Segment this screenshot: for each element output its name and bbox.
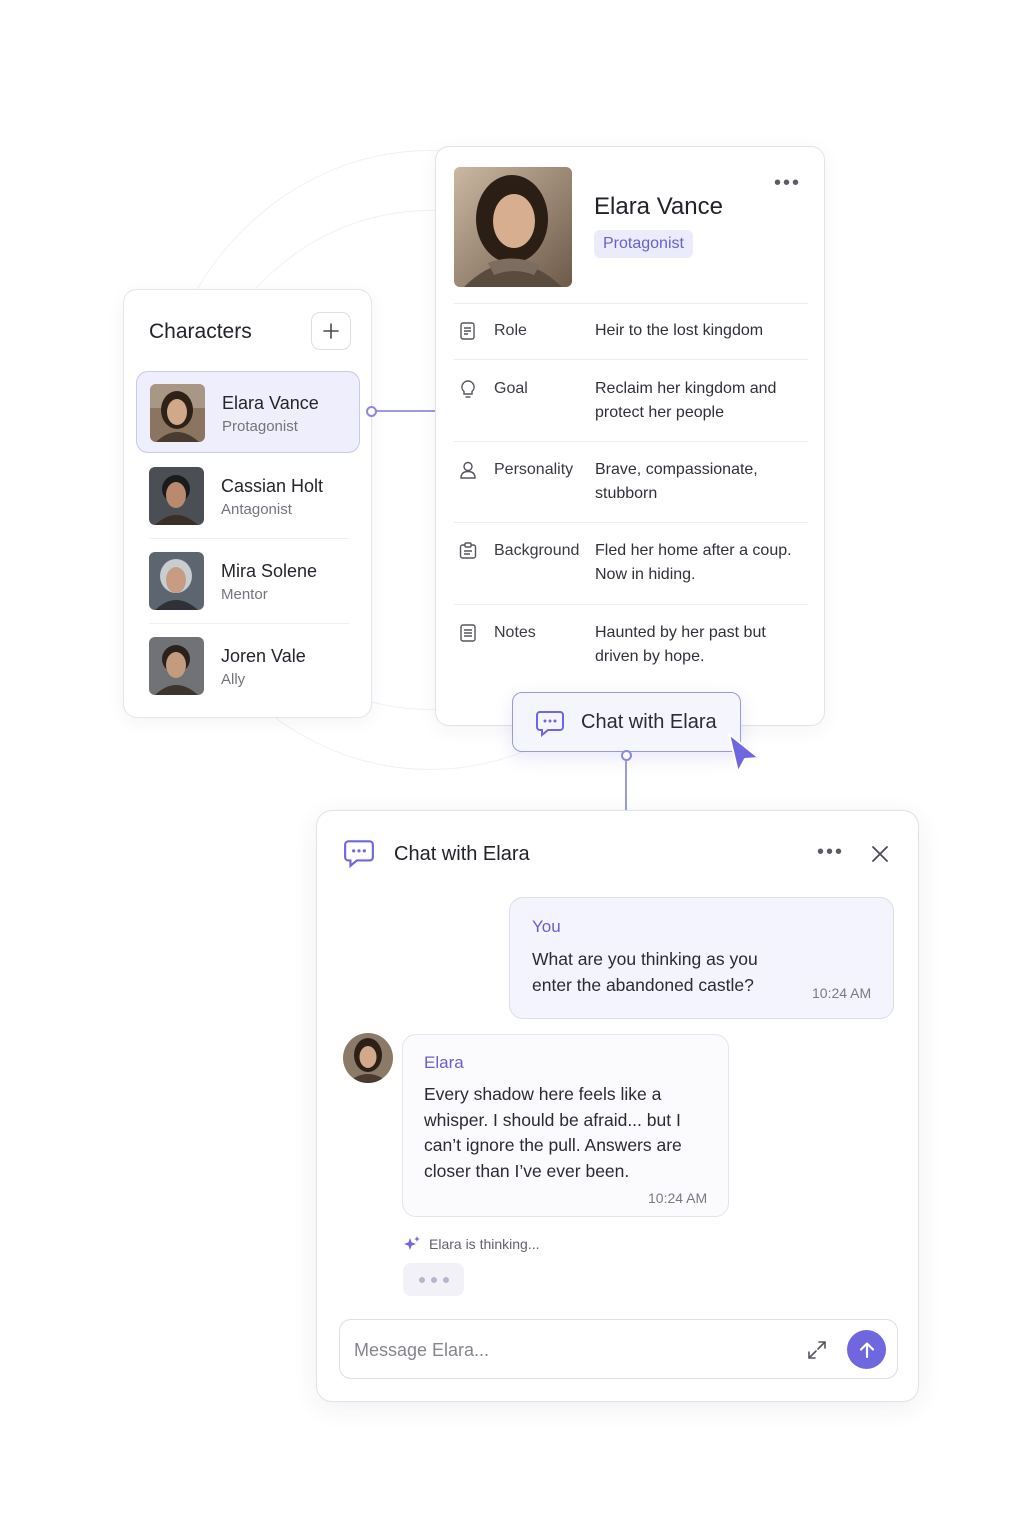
character-name: Joren Vale	[221, 646, 306, 666]
send-button[interactable]	[847, 1330, 886, 1369]
message-sender: You	[532, 917, 561, 936]
field-label-role: Role	[494, 322, 527, 339]
field-value-notes: Haunted by her past but driven by hope.	[595, 624, 766, 665]
character-item-joren-vale[interactable]: Joren Vale Ally	[136, 625, 360, 707]
more-horizontal-icon[interactable]: •••	[774, 173, 801, 193]
avatar	[149, 637, 204, 695]
note-edit-icon	[460, 322, 475, 340]
message-text: What are you thinking as you enter the a…	[532, 949, 758, 995]
user-icon	[460, 461, 476, 479]
thinking-text: Elara is thinking...	[429, 1236, 540, 1252]
message-sender: Elara	[424, 1053, 464, 1072]
chat-button-label: Chat with Elara	[581, 711, 717, 733]
chat-message-character: Elara Every shadow here feels like a whi…	[402, 1034, 729, 1217]
avatar	[149, 552, 204, 610]
typing-dot	[418, 1276, 425, 1283]
field-value-goal: Reclaim her kingdom and protect her peop…	[595, 380, 777, 421]
arrow-up-icon	[859, 1341, 874, 1358]
divider	[454, 522, 808, 523]
character-profile-card: Elara Vance Protagonist ••• Role Heir to…	[435, 146, 825, 726]
avatar	[150, 384, 205, 442]
connector-line	[376, 410, 436, 412]
characters-panel: Characters Elara Vance Protagonist Cassi…	[123, 289, 372, 718]
field-value-role: Heir to the lost kingdom	[595, 322, 764, 339]
document-icon	[460, 624, 476, 642]
expand-icon[interactable]	[806, 1339, 828, 1361]
message-text: Every shadow here feels like a whisper. …	[424, 1084, 682, 1181]
divider	[149, 538, 349, 539]
avatar	[149, 467, 204, 525]
avatar	[343, 1033, 393, 1083]
character-role: Antagonist	[221, 501, 292, 518]
character-item-cassian-holt[interactable]: Cassian Holt Antagonist	[136, 455, 360, 537]
chat-bubble-icon	[344, 840, 374, 869]
typing-dot	[430, 1276, 437, 1283]
mouse-cursor-icon	[728, 733, 760, 773]
divider	[454, 303, 808, 304]
close-icon[interactable]	[869, 843, 891, 865]
typing-dot	[442, 1276, 449, 1283]
message-time: 10:24 AM	[648, 1190, 708, 1206]
message-composer	[339, 1319, 898, 1379]
divider	[454, 441, 808, 442]
connector-node	[366, 406, 377, 417]
character-portrait	[454, 167, 572, 287]
character-role: Protagonist	[222, 418, 298, 435]
connector-line	[625, 761, 627, 811]
role-badge: Protagonist	[594, 230, 693, 258]
connector-node	[621, 750, 632, 761]
character-role: Ally	[221, 671, 246, 688]
chat-message-user: You What are you thinking as you enter t…	[509, 897, 894, 1019]
field-value-background: Fled her home after a coup. Now in hidin…	[595, 542, 792, 583]
character-item-mira-solene[interactable]: Mira Solene Mentor	[136, 540, 360, 622]
profile-name: Elara Vance	[594, 193, 723, 220]
divider	[454, 359, 808, 360]
clipboard-icon	[459, 542, 477, 559]
character-name: Cassian Holt	[221, 476, 324, 496]
field-label-background: Background	[494, 542, 580, 559]
field-label-goal: Goal	[494, 380, 528, 397]
sparkle-icon	[404, 1236, 420, 1250]
chat-window: Chat with Elara ••• You What are you thi…	[316, 810, 919, 1402]
chat-with-character-button[interactable]: Chat with Elara	[512, 692, 741, 752]
divider	[149, 623, 349, 624]
field-label-notes: Notes	[494, 624, 536, 641]
character-item-elara-vance[interactable]: Elara Vance Protagonist	[136, 371, 360, 453]
chat-title: Chat with Elara	[394, 843, 530, 865]
character-role: Mentor	[221, 586, 268, 603]
field-label-personality: Personality	[494, 461, 574, 478]
message-input[interactable]	[354, 1334, 774, 1366]
thinking-indicator: Elara is thinking...	[403, 1235, 540, 1253]
plus-icon	[323, 323, 339, 339]
field-value-personality: Brave, compassionate, stubborn	[595, 461, 758, 502]
divider	[454, 604, 808, 605]
characters-title: Characters	[149, 320, 252, 343]
character-name: Mira Solene	[221, 561, 318, 581]
lightbulb-icon	[461, 380, 475, 398]
message-time: 10:24 AM	[812, 985, 872, 1001]
chat-bubble-icon	[536, 711, 564, 738]
character-name: Elara Vance	[222, 393, 319, 413]
more-horizontal-icon[interactable]: •••	[817, 842, 844, 862]
typing-indicator	[403, 1263, 464, 1296]
add-character-button[interactable]	[311, 312, 351, 350]
